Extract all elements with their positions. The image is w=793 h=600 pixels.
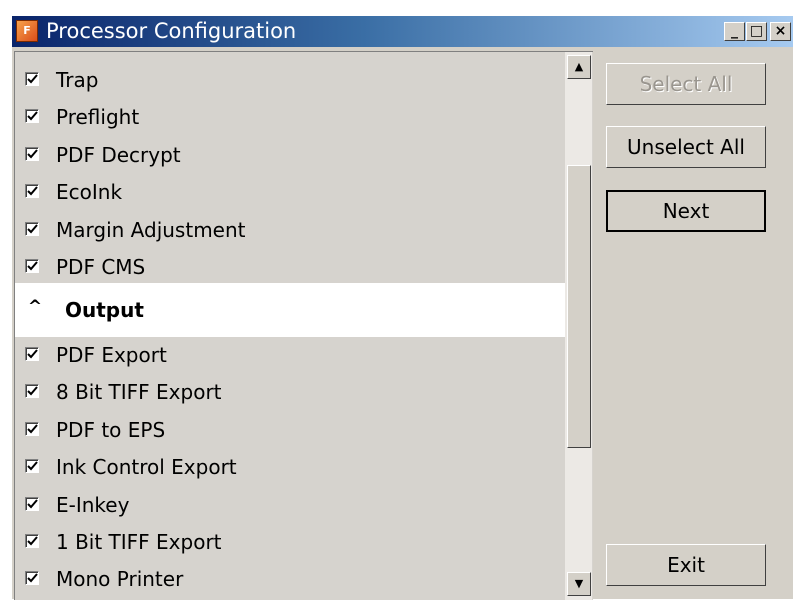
checkmark-icon: [27, 349, 38, 359]
checkbox[interactable]: [25, 222, 39, 236]
list-item[interactable]: 8 Bit TIFF Export: [15, 375, 565, 413]
list-item[interactable]: Preflight: [15, 100, 565, 138]
checkbox[interactable]: [25, 72, 39, 86]
list-item[interactable]: PDF Decrypt: [15, 138, 565, 176]
list-item-label: Trap: [56, 68, 99, 92]
processor-configuration-window: F Processor Configuration _ □ × Trap Pre…: [12, 16, 793, 600]
close-button[interactable]: ×: [770, 22, 791, 41]
checkmark-icon: [27, 111, 38, 121]
app-logo-icon[interactable]: F: [16, 20, 38, 42]
list-item-label: Margin Adjustment: [56, 218, 246, 242]
checkmark-icon: [27, 499, 38, 509]
list-item[interactable]: Trap: [15, 63, 565, 101]
scroll-down-arrow-icon[interactable]: ▼: [567, 572, 591, 596]
title-bar[interactable]: F Processor Configuration _ □ ×: [12, 16, 793, 47]
minimize-button[interactable]: _: [724, 22, 745, 41]
checkbox[interactable]: [25, 384, 39, 398]
list-item[interactable]: PDF to EPS: [15, 413, 565, 451]
checkmark-icon: [27, 149, 38, 159]
checkmark-icon: [27, 536, 38, 546]
checkmark-icon: [27, 424, 38, 434]
checkbox[interactable]: [25, 571, 39, 585]
window-title: Processor Configuration: [46, 19, 297, 43]
checkmark-icon: [27, 461, 38, 471]
list-item-label: Mono Printer: [56, 567, 184, 591]
group-label: Output: [65, 298, 144, 322]
list-item-label: PDF Export: [56, 343, 167, 367]
list-item[interactable]: EcoInk: [15, 175, 565, 213]
list-item[interactable]: Margin Adjustment: [15, 213, 565, 251]
list-item-label: Preflight: [56, 105, 140, 129]
chevron-up-icon[interactable]: ^: [25, 297, 45, 317]
scroll-up-arrow-icon[interactable]: ▲: [567, 55, 591, 79]
checkbox[interactable]: [25, 347, 39, 361]
scrollbar-thumb[interactable]: [567, 165, 591, 448]
checkmark-icon: [27, 573, 38, 583]
list-item-label: Ink Control Export: [56, 455, 237, 479]
select-all-button[interactable]: Select All: [606, 63, 766, 105]
next-button[interactable]: Next: [606, 190, 766, 232]
checkmark-icon: [27, 224, 38, 234]
list-item-label: 8 Bit TIFF Export: [56, 380, 222, 404]
unselect-all-button[interactable]: Unselect All: [606, 126, 766, 168]
exit-button[interactable]: Exit: [606, 544, 766, 586]
group-header-output[interactable]: ^ Output: [15, 283, 565, 337]
maximize-button[interactable]: □: [746, 22, 767, 41]
list-item-label: PDF Decrypt: [56, 143, 181, 167]
vertical-scrollbar[interactable]: ▲ ▼: [565, 52, 592, 600]
checkmark-icon: [27, 74, 38, 84]
checkbox[interactable]: [25, 109, 39, 123]
list-item-label: PDF CMS: [56, 255, 146, 279]
list-item[interactable]: E-Inkey: [15, 488, 565, 526]
list-item[interactable]: Ink Control Export: [15, 450, 565, 488]
list-item-label: E-Inkey: [56, 493, 130, 517]
list-item-label: EcoInk: [56, 180, 123, 204]
checkbox[interactable]: [25, 259, 39, 273]
checkbox[interactable]: [25, 497, 39, 511]
processor-list: Trap Preflight PDF Decrypt EcoInk Margin…: [14, 51, 593, 600]
checkbox[interactable]: [25, 459, 39, 473]
list-item-label: PDF to EPS: [56, 418, 166, 442]
checkbox[interactable]: [25, 147, 39, 161]
checkmark-icon: [27, 386, 38, 396]
checkbox[interactable]: [25, 184, 39, 198]
checkmark-icon: [27, 261, 38, 271]
checkbox[interactable]: [25, 422, 39, 436]
list-item-label: 1 Bit TIFF Export: [56, 530, 222, 554]
checkmark-icon: [27, 186, 38, 196]
list-item[interactable]: 1 Bit TIFF Export: [15, 525, 565, 563]
list-item[interactable]: PDF Export: [15, 338, 565, 376]
checkbox[interactable]: [25, 534, 39, 548]
list-item[interactable]: Mono Printer: [15, 562, 565, 600]
